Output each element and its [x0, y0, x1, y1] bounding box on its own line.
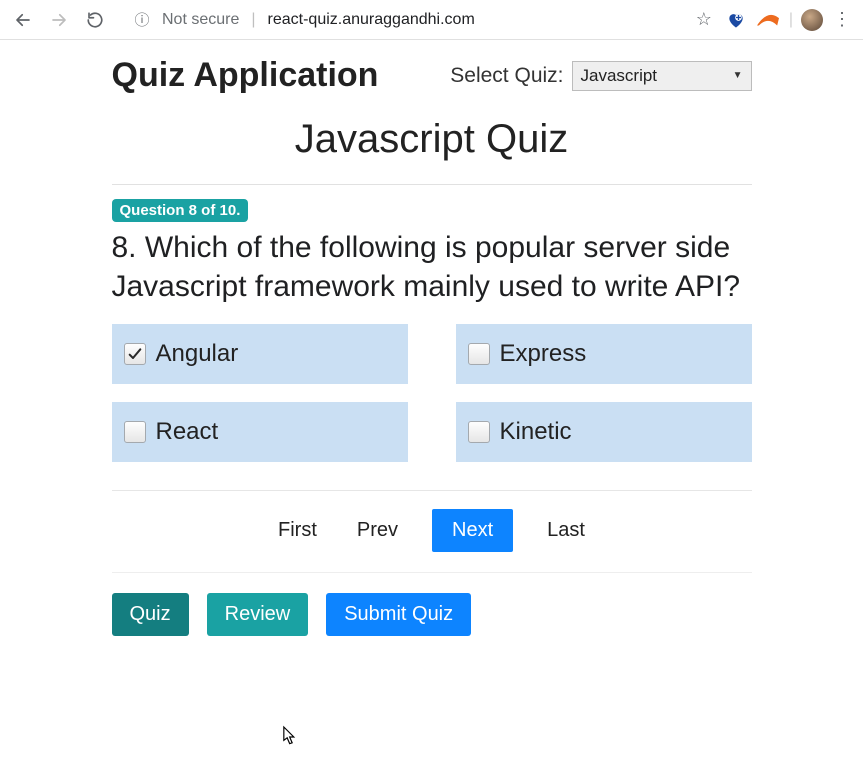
option-react[interactable]: React: [112, 402, 408, 462]
pagination-next[interactable]: Next: [432, 509, 513, 552]
pagination: First Prev Next Last: [112, 509, 752, 552]
submit-quiz-button[interactable]: Submit Quiz: [326, 593, 471, 636]
page-content: Quiz Application Select Quiz: Javascript…: [0, 40, 863, 656]
heart-extension-icon[interactable]: [723, 7, 749, 33]
address-divider: |: [251, 11, 255, 29]
extension-icon[interactable]: [755, 7, 781, 33]
quiz-select-value: Javascript: [581, 66, 658, 86]
checkbox-icon[interactable]: [468, 421, 490, 443]
option-kinetic[interactable]: Kinetic: [456, 402, 752, 462]
address-url[interactable]: react-quiz.anuraggandhi.com: [268, 11, 685, 29]
divider-middle: [112, 490, 752, 491]
cursor-icon: [278, 725, 298, 754]
select-quiz-label: Select Quiz:: [450, 64, 563, 88]
pagination-last[interactable]: Last: [541, 511, 591, 550]
divider-top: [112, 184, 752, 185]
checkbox-icon[interactable]: [124, 343, 146, 365]
options-grid: Angular Express React Kinetic: [112, 324, 752, 462]
quiz-button[interactable]: Quiz: [112, 593, 189, 636]
quiz-select-dropdown[interactable]: Javascript ▼: [572, 61, 752, 91]
pagination-prev[interactable]: Prev: [351, 511, 404, 550]
divider-bottom: [112, 572, 752, 573]
action-buttons: Quiz Review Submit Quiz: [112, 593, 752, 636]
option-label: React: [156, 418, 219, 446]
checkbox-icon[interactable]: [468, 343, 490, 365]
app-title: Quiz Application: [112, 56, 379, 95]
profile-avatar[interactable]: [801, 9, 823, 31]
back-button[interactable]: [8, 5, 38, 35]
browser-menu-icon[interactable]: ⋮: [829, 7, 855, 33]
pagination-first[interactable]: First: [272, 511, 323, 550]
info-icon[interactable]: ⓘ: [132, 10, 152, 30]
quiz-selector: Select Quiz: Javascript ▼: [450, 61, 751, 91]
browser-toolbar: ⓘ Not secure | react-quiz.anuraggandhi.c…: [0, 0, 863, 40]
reload-button[interactable]: [80, 5, 110, 35]
not-secure-label: Not secure: [162, 11, 239, 29]
question-progress-badge: Question 8 of 10.: [112, 199, 249, 222]
option-label: Kinetic: [500, 418, 572, 446]
review-button[interactable]: Review: [207, 593, 309, 636]
option-express[interactable]: Express: [456, 324, 752, 384]
option-label: Angular: [156, 340, 239, 368]
toolbar-divider: |: [789, 11, 793, 29]
quiz-title: Javascript Quiz: [112, 117, 752, 162]
checkbox-icon[interactable]: [124, 421, 146, 443]
star-icon[interactable]: ☆: [691, 7, 717, 33]
question-text: 8. Which of the following is popular ser…: [112, 228, 752, 306]
option-label: Express: [500, 340, 587, 368]
option-angular[interactable]: Angular: [112, 324, 408, 384]
forward-button[interactable]: [44, 5, 74, 35]
chevron-down-icon: ▼: [733, 70, 743, 81]
